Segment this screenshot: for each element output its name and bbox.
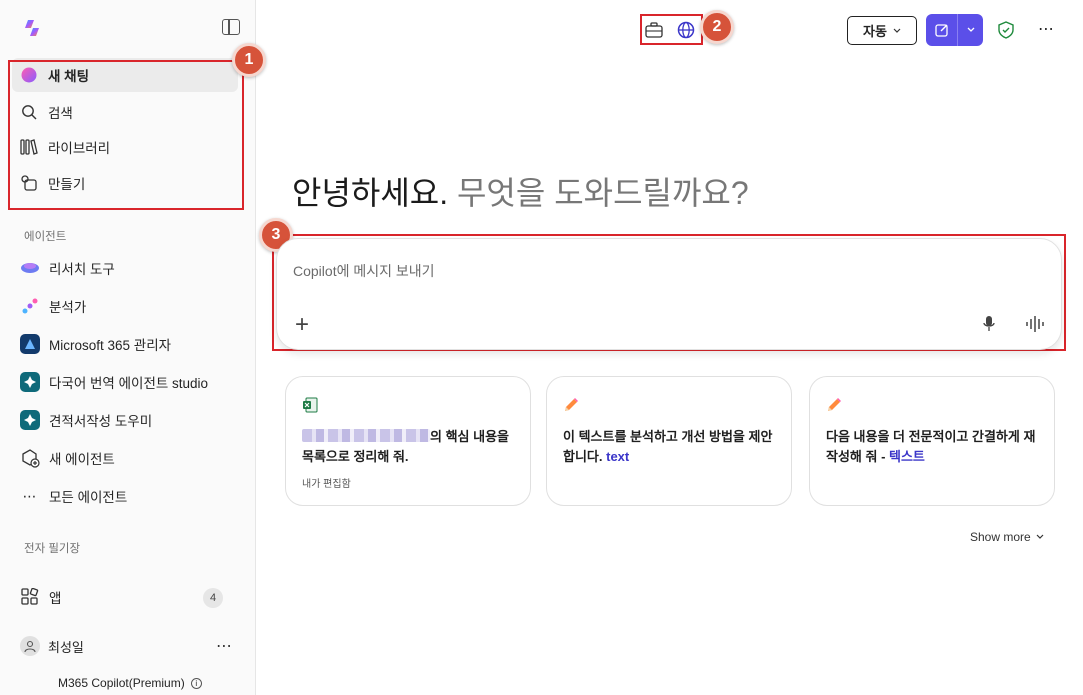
suggestion-subtext: 내가 편집함 — [302, 479, 351, 490]
greeting-heading: 안녕하세요. 무엇을 도와드릴까요? — [292, 168, 749, 214]
chevron-down-icon — [967, 27, 974, 32]
microphone-icon[interactable] — [982, 315, 996, 338]
greeting-question: 무엇을 도와드릴까요? — [456, 175, 749, 211]
nav-create[interactable]: 만들기 — [12, 166, 238, 200]
message-composer[interactable]: Copilot에 메시지 보내기 + — [276, 238, 1062, 350]
nav-new-chat[interactable]: 새 채팅 — [12, 58, 238, 92]
compose-icon — [934, 24, 948, 37]
excel-icon — [302, 397, 320, 415]
search-icon — [20, 103, 38, 121]
nav-new-chat-label: 새 채팅 — [48, 69, 90, 84]
copilot-chat-icon — [20, 66, 38, 84]
new-chat-dropdown-button[interactable] — [958, 14, 983, 46]
create-icon — [20, 174, 38, 192]
nav-apps-label: 앱 — [49, 591, 62, 606]
avatar — [20, 636, 40, 656]
redacted-filename — [302, 429, 430, 442]
suggestion-accent: 텍스트 — [889, 449, 925, 464]
agent-translate[interactable]: 다국어 번역 에이전트 studio — [20, 367, 208, 397]
agent-translate-label: 다국어 번역 에이전트 studio — [49, 376, 209, 391]
agent-m365-admin[interactable]: Microsoft 365 관리자 — [20, 329, 171, 359]
nav-search[interactable]: 검색 — [12, 95, 238, 129]
notebook-section-label: 전자 필기장 — [24, 543, 81, 555]
agent-researcher-label: 리서치 도구 — [49, 262, 115, 277]
web-mode-toggle[interactable] — [673, 18, 699, 42]
mode-select[interactable]: 자동 — [847, 16, 917, 45]
more-dots-icon: ⋯ — [22, 487, 38, 504]
work-mode-toggle[interactable] — [641, 18, 667, 42]
show-more-label: Show more — [970, 530, 1031, 544]
sidebar: 새 채팅 검색 라이브러리 만들기 에이전트 리서치 도구 분석가 Micros… — [0, 0, 256, 695]
chevron-down-icon — [893, 28, 901, 33]
agent-quote[interactable]: 견적서작성 도우미 — [20, 405, 152, 435]
globe-icon — [677, 21, 695, 39]
agent-new[interactable]: 새 에이전트 — [20, 443, 115, 473]
new-agent-icon — [20, 448, 40, 468]
quote-agent-icon — [20, 410, 40, 430]
agent-quote-label: 견적서작성 도우미 — [49, 414, 153, 429]
apps-icon — [20, 587, 40, 607]
annotation-marker-1: 1 — [232, 43, 266, 77]
agent-new-label: 새 에이전트 — [49, 452, 115, 467]
m365-admin-icon — [20, 334, 40, 354]
voice-wave-icon[interactable] — [1025, 315, 1045, 338]
chevron-down-icon — [1036, 534, 1044, 539]
apps-count-badge: 4 — [203, 588, 223, 608]
user-name: 최성일 — [48, 639, 84, 655]
suggestion-text: 이 텍스트를 분석하고 개선 방법을 제안합니다. text — [563, 429, 773, 464]
researcher-icon — [20, 258, 40, 278]
agent-analyst[interactable]: 분석가 — [20, 291, 86, 321]
agent-m365-admin-label: Microsoft 365 관리자 — [49, 338, 172, 353]
user-profile[interactable]: 최성일 — [20, 634, 84, 658]
nav-library[interactable]: 라이브러리 — [12, 130, 238, 164]
shield-check-icon[interactable] — [997, 21, 1015, 44]
new-chat-compose-button[interactable] — [926, 14, 958, 46]
agent-all[interactable]: ⋯ 모든 에이전트 — [20, 481, 128, 511]
suggestion-text: 다음 내용을 더 전문적이고 간결하게 재작성해 줘 - 텍스트 — [826, 429, 1036, 464]
show-more-button[interactable]: Show more — [970, 530, 1044, 544]
message-input[interactable]: Copilot에 메시지 보내기 — [293, 261, 435, 281]
library-icon — [20, 138, 38, 156]
agent-analyst-label: 분석가 — [49, 300, 87, 315]
nav-library-label: 라이브러리 — [48, 141, 111, 156]
info-icon[interactable]: i — [190, 677, 202, 689]
suggestion-card[interactable]: 이 텍스트를 분석하고 개선 방법을 제안합니다. text — [546, 376, 792, 506]
pencil-icon — [563, 397, 581, 415]
add-attachment-icon[interactable]: + — [295, 313, 309, 337]
suggestion-text: 의 핵심 내용을 목록으로 정리해 줘. — [302, 429, 509, 464]
user-more-icon[interactable]: ⋯ — [216, 636, 233, 656]
agent-all-label: 모든 에이전트 — [49, 490, 128, 505]
copilot-logo-icon[interactable] — [22, 18, 42, 38]
mode-select-label: 자동 — [863, 24, 887, 39]
new-chat-split-button[interactable] — [926, 14, 983, 46]
greeting-hello: 안녕하세요. — [292, 175, 449, 211]
more-options-icon[interactable]: ⋯ — [1038, 19, 1055, 39]
nav-apps[interactable]: 앱 — [20, 582, 61, 612]
suggestion-card[interactable]: 다음 내용을 더 전문적이고 간결하게 재작성해 줘 - 텍스트 — [809, 376, 1055, 506]
suggestion-card[interactable]: 의 핵심 내용을 목록으로 정리해 줘. 내가 편집함 — [285, 376, 531, 506]
translate-agent-icon — [20, 372, 40, 392]
nav-create-label: 만들기 — [48, 177, 86, 192]
annotation-marker-2: 2 — [700, 10, 734, 44]
pencil-icon — [826, 397, 844, 415]
plan-info: M365 Copilot(Premium) i — [58, 676, 202, 690]
suggestion-accent: text — [606, 449, 630, 464]
nav-search-label: 검색 — [48, 106, 73, 121]
sidebar-toggle-icon[interactable] — [222, 19, 240, 35]
agents-section-label: 에이전트 — [24, 231, 67, 243]
briefcase-icon — [645, 22, 663, 38]
plan-label: M365 Copilot(Premium) — [58, 676, 185, 690]
analyst-icon — [20, 296, 40, 316]
agent-researcher[interactable]: 리서치 도구 — [20, 253, 115, 283]
